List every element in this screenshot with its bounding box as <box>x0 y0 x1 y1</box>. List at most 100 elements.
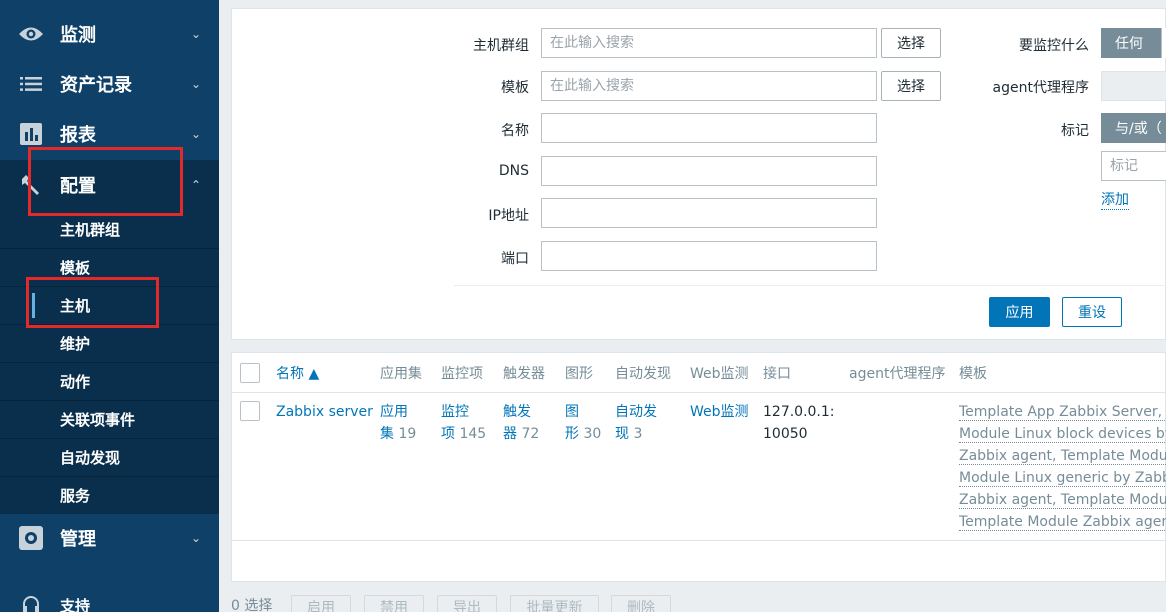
menu-support[interactable]: 支持 <box>0 580 219 612</box>
add-tag-link[interactable]: 添加 <box>1101 189 1129 210</box>
menu-administration[interactable]: 管理 ⌄ <box>0 513 219 563</box>
graphs-label: 图 <box>565 404 579 420</box>
ip-label: IP地址 <box>488 208 529 224</box>
tags-label: 标记 <box>1061 123 1089 139</box>
applications-count: 19 <box>398 426 417 442</box>
submenu-actions[interactable]: 动作 <box>0 362 219 400</box>
template-link[interactable]: Module Linux generic by Zabbix <box>959 470 1166 487</box>
tag-input[interactable]: 标记 <box>1101 151 1166 181</box>
submenu-services[interactable]: 服务 <box>0 476 219 514</box>
triggers-count: 72 <box>521 426 540 442</box>
triggers-link[interactable]: 触发 器 72 <box>503 401 539 445</box>
template-link[interactable]: Zabbix agent, Template Module <box>959 448 1166 465</box>
template-label: 模板 <box>501 80 529 96</box>
table-header-divider <box>232 392 1166 393</box>
chevron-down-icon: ⌄ <box>190 77 201 91</box>
bar-chart-icon <box>18 121 44 147</box>
header-interface: 接口 <box>763 366 791 382</box>
header-triggers: 触发器 <box>503 366 545 382</box>
web-link[interactable]: Web监测 <box>690 401 749 423</box>
template-link[interactable]: Zabbix agent, Template Module <box>959 492 1166 509</box>
template-link[interactable]: Template Module Zabbix agent) <box>959 514 1166 531</box>
submenu-discovery[interactable]: 自动发现 <box>0 438 219 476</box>
enable-button[interactable]: 启用 <box>291 595 351 612</box>
applications-label: 集 <box>380 426 394 442</box>
triggers-label: 触发 <box>503 404 531 420</box>
monitor-what-next-option[interactable] <box>1161 28 1166 58</box>
eye-icon <box>18 21 44 47</box>
select-all-checkbox[interactable] <box>240 363 260 383</box>
headset-icon <box>18 592 44 612</box>
header-proxy: agent代理程序 <box>849 366 946 382</box>
submenu-event-correlation[interactable]: 关联项事件 <box>0 400 219 438</box>
delete-button[interactable]: 删除 <box>611 595 671 612</box>
proxy-label: agent代理程序 <box>992 80 1089 96</box>
apply-button[interactable]: 应用 <box>989 297 1050 327</box>
header-discovery: 自动发现 <box>615 366 671 382</box>
host-group-input[interactable]: 在此输入搜索 <box>541 28 877 58</box>
interface-port: 10050 <box>763 426 808 442</box>
filter-divider <box>454 285 1166 286</box>
items-label: 项 <box>441 426 455 442</box>
header-name[interactable]: 名称 ▲ <box>276 363 319 383</box>
template-link[interactable]: Template App Zabbix Server, Te <box>959 404 1166 421</box>
reset-button[interactable]: 重设 <box>1062 297 1122 327</box>
menu-inventory[interactable]: 资产记录 ⌄ <box>0 59 219 109</box>
dns-input[interactable] <box>541 156 877 186</box>
mass-update-button[interactable]: 批量更新 <box>510 595 599 612</box>
interface-address: 127.0.0.1: <box>763 404 835 420</box>
filter-panel: 主机群组 在此输入搜索 选择 模板 在此输入搜索 选择 名称 DNS IP地址 … <box>231 8 1166 340</box>
tags-operator-button[interactable]: 与/或（ <box>1101 113 1166 143</box>
discovery-link[interactable]: 自动发 现 3 <box>615 401 657 445</box>
port-label: 端口 <box>501 251 529 267</box>
menu-label: 资产记录 <box>60 75 132 96</box>
disable-button[interactable]: 禁用 <box>364 595 424 612</box>
templates-cell: Template App Zabbix Server, Te Module Li… <box>959 401 1166 533</box>
menu-label: 支持 <box>60 596 91 612</box>
discovery-label: 自动发 <box>615 404 657 420</box>
monitor-what-any-button[interactable]: 任何 <box>1101 28 1166 58</box>
discovery-count: 3 <box>633 426 643 442</box>
menu-label: 管理 <box>60 529 96 550</box>
highlight-configuration <box>28 147 183 216</box>
row-checkbox[interactable] <box>240 401 260 421</box>
graphs-link[interactable]: 图 形 30 <box>565 401 601 445</box>
host-group-select-button[interactable]: 选择 <box>881 28 941 58</box>
selected-count: 0 选择 <box>231 598 273 612</box>
highlight-hosts <box>26 277 159 328</box>
ip-input[interactable] <box>541 198 877 228</box>
list-icon <box>18 71 44 97</box>
header-applications: 应用集 <box>380 366 422 382</box>
port-input[interactable] <box>541 241 877 271</box>
monitor-what-label: 要监控什么 <box>1019 38 1089 54</box>
triggers-label: 器 <box>503 426 517 442</box>
chevron-up-icon: ⌃ <box>190 178 201 192</box>
header-web: Web监测 <box>690 366 749 382</box>
name-label: 名称 <box>501 123 529 139</box>
header-items: 监控项 <box>441 366 483 382</box>
menu-label: 报表 <box>60 125 96 146</box>
hosts-table: 名称 ▲ 应用集 监控项 触发器 图形 自动发现 Web监测 接口 agent代… <box>231 352 1166 582</box>
header-templates: 模板 <box>959 366 987 382</box>
submenu-maintenance[interactable]: 维护 <box>0 324 219 362</box>
header-graphs: 图形 <box>565 366 593 382</box>
chevron-down-icon: ⌄ <box>190 531 201 545</box>
menu-monitoring[interactable]: 监测 ⌄ <box>0 9 219 59</box>
template-select-button[interactable]: 选择 <box>881 71 941 101</box>
template-input[interactable]: 在此输入搜索 <box>541 71 877 101</box>
host-group-label: 主机群组 <box>473 38 529 54</box>
applications-link[interactable]: 应用 集 19 <box>380 401 416 445</box>
host-name-link[interactable]: Zabbix server <box>276 401 373 423</box>
proxy-select[interactable] <box>1101 71 1166 101</box>
export-button[interactable]: 导出 <box>437 595 497 612</box>
items-link[interactable]: 监控 项 145 <box>441 401 486 445</box>
items-count: 145 <box>459 426 487 442</box>
discovery-label: 现 <box>615 426 629 442</box>
graphs-count: 30 <box>583 426 602 442</box>
chevron-down-icon: ⌄ <box>190 127 201 141</box>
applications-label: 应用 <box>380 404 408 420</box>
name-input[interactable] <box>541 113 877 143</box>
template-link[interactable]: Module Linux block devices by <box>959 426 1166 443</box>
interface-cell: 127.0.0.1: 10050 <box>763 401 835 445</box>
row-divider <box>232 540 1166 541</box>
